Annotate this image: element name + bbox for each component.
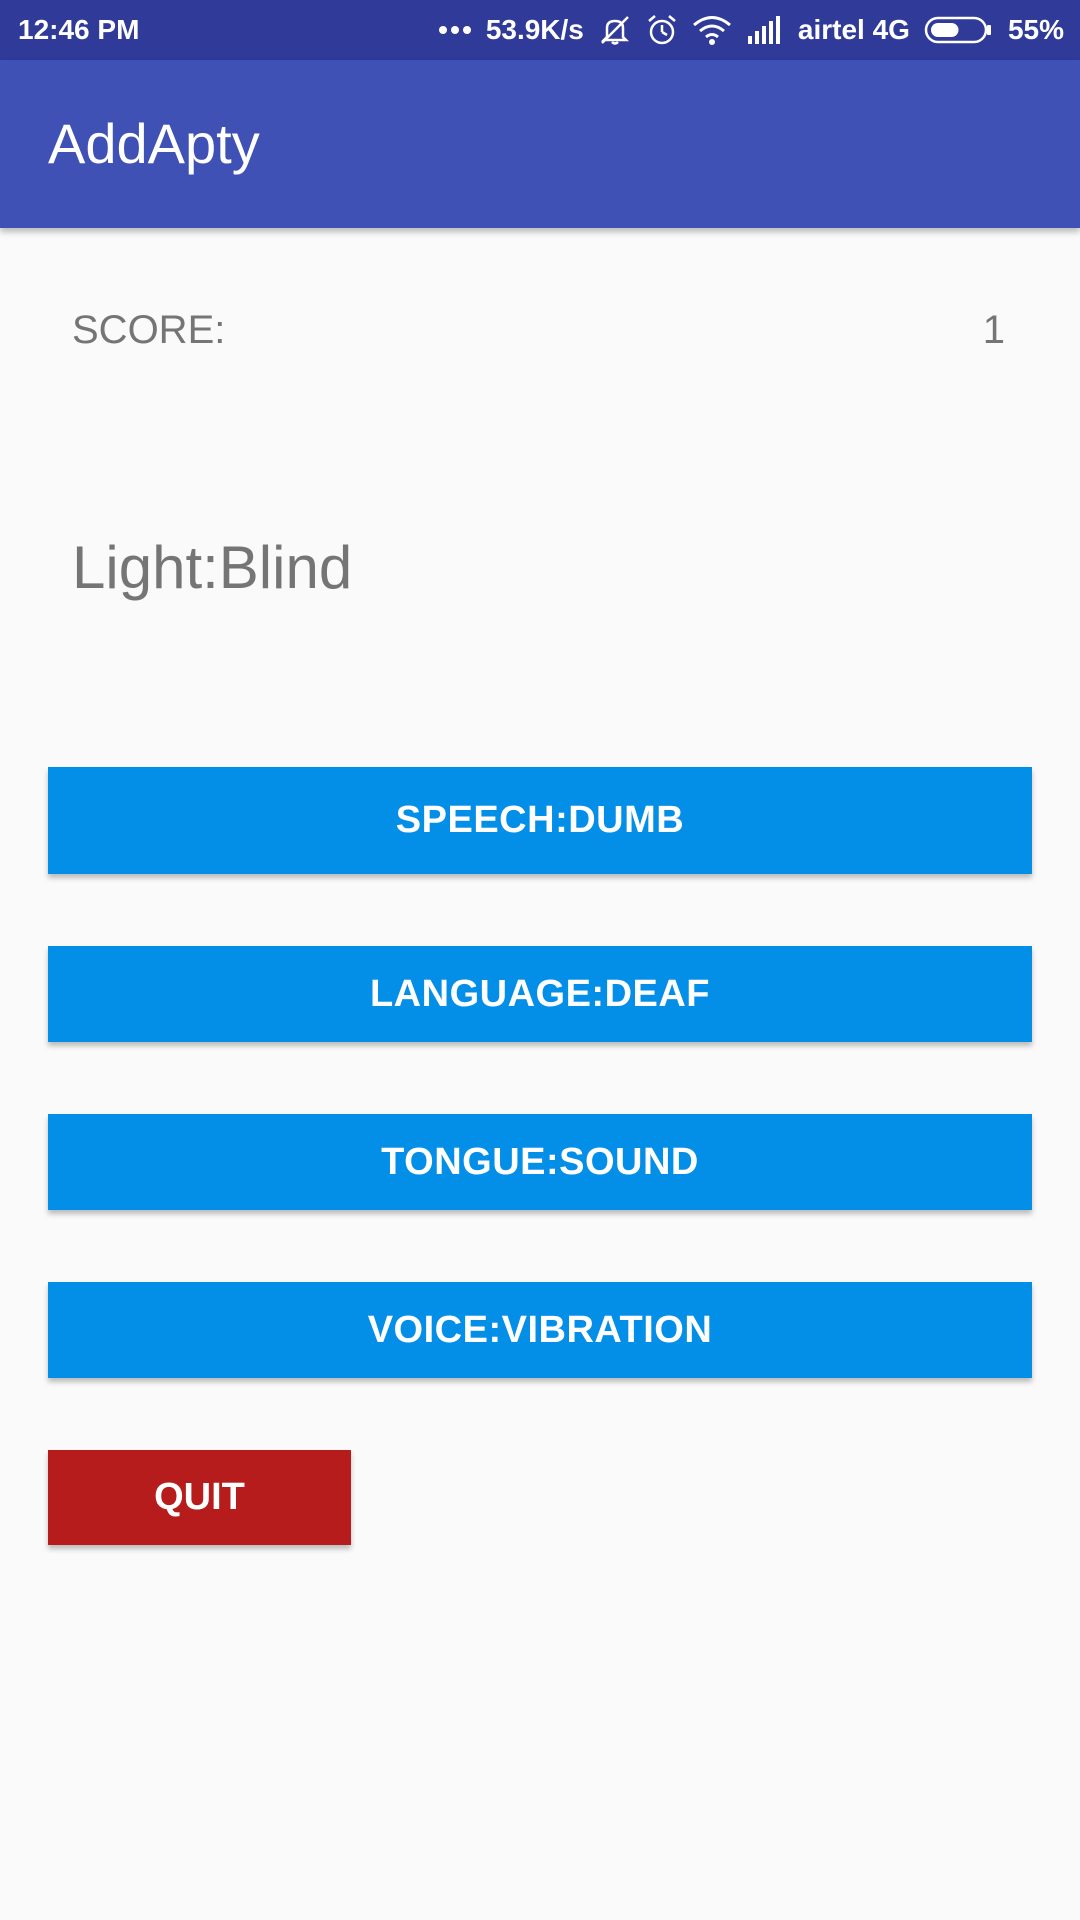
- answer-button-label: SPEECH:DUMB: [395, 799, 685, 841]
- app-title: AddApty: [48, 112, 260, 175]
- more-dots-icon: [438, 26, 471, 34]
- battery-icon: [924, 16, 991, 44]
- answer-button-label: TONGUE:SOUND: [381, 1140, 699, 1183]
- answer-button-4[interactable]: VOICE:VIBRATION: [48, 1282, 1032, 1378]
- alarm-icon: [648, 15, 676, 45]
- signal-icon: [747, 16, 780, 44]
- quit-button[interactable]: QUIT: [48, 1450, 351, 1545]
- carrier-name: airtel 4G: [797, 14, 910, 45]
- battery-percentage: 55%: [1007, 14, 1064, 45]
- question-text: Light:Blind: [72, 534, 353, 601]
- wifi-icon: [692, 16, 731, 45]
- status-indicators: 53.9K/s airtel 4G 55%: [438, 12, 1064, 48]
- answer-button-label: VOICE:VIBRATION: [367, 1308, 713, 1351]
- quit-button-label: QUIT: [154, 1476, 245, 1518]
- score-label: SCORE:: [72, 308, 226, 352]
- app-bar: AddApty: [0, 60, 1080, 228]
- answer-button-label: LANGUAGE:DEAF: [369, 972, 711, 1015]
- mute-icon: [600, 16, 629, 45]
- answer-button-3[interactable]: TONGUE:SOUND: [48, 1114, 1032, 1210]
- answer-button-2[interactable]: LANGUAGE:DEAF: [48, 946, 1032, 1042]
- answer-button-1[interactable]: SPEECH:DUMB: [48, 767, 1032, 874]
- status-time: 12:46 PM: [18, 14, 140, 45]
- network-speed: 53.9K/s: [485, 14, 584, 45]
- status-bar: 12:46 PM 53.9K/s airtel 4G 55%: [0, 0, 1080, 60]
- score-value: 1: [982, 308, 1005, 352]
